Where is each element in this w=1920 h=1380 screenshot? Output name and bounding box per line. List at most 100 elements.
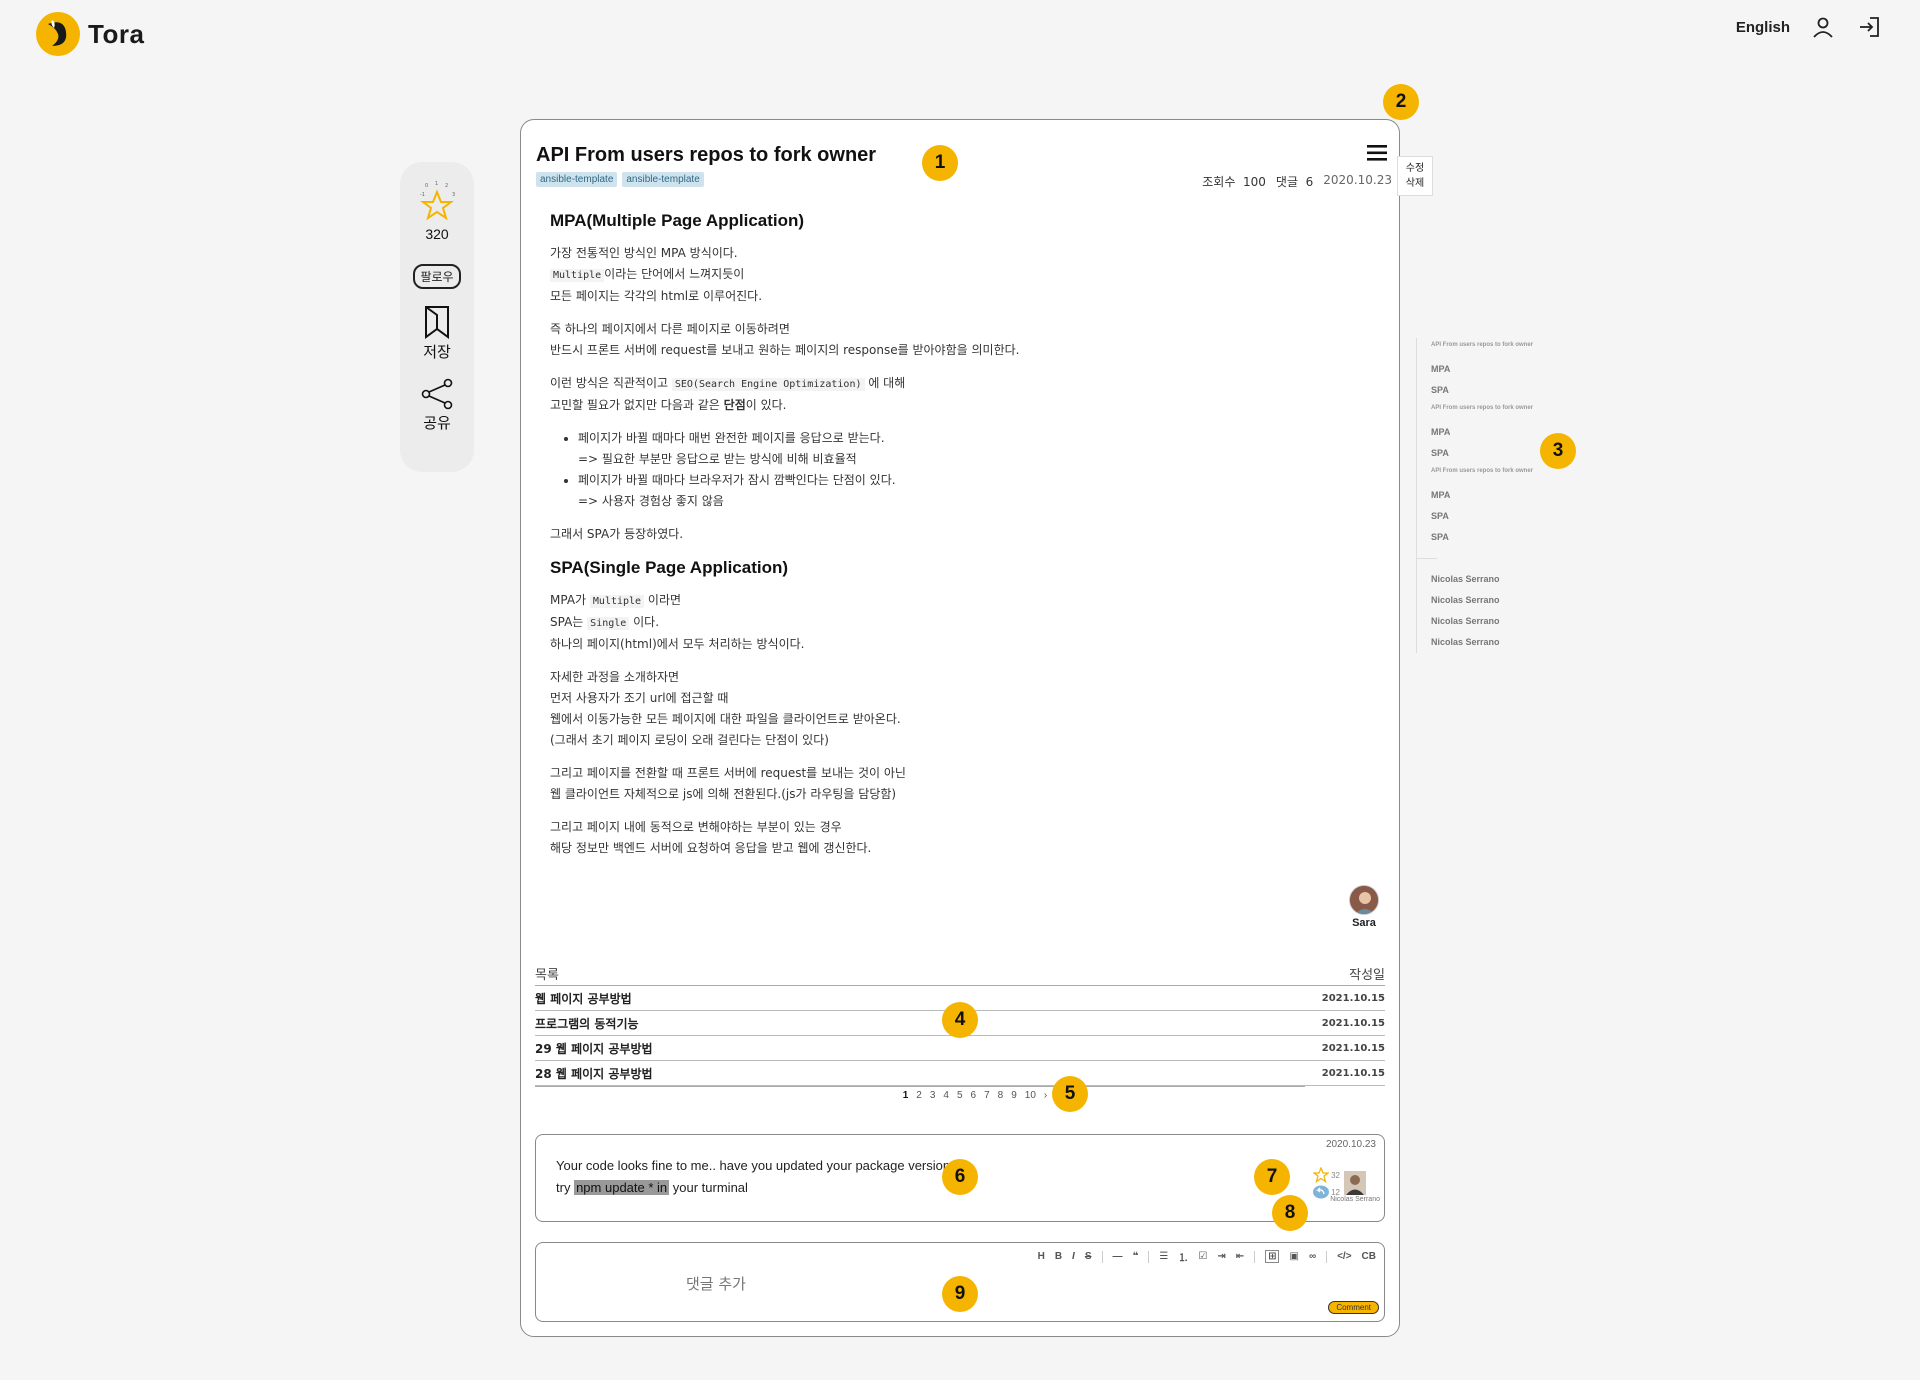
post-menu: 수정 삭제: [1397, 156, 1433, 196]
page-link[interactable]: 9: [1011, 1090, 1017, 1101]
divider: [1148, 1250, 1150, 1263]
indent-tool[interactable]: ⇥: [1217, 1251, 1225, 1262]
italic-tool[interactable]: I: [1072, 1251, 1075, 1262]
toc-item[interactable]: MPA: [1431, 359, 1566, 380]
ordered-list-tool[interactable]: ⒈: [1178, 1249, 1188, 1264]
views-count: 100: [1243, 175, 1266, 189]
toc-user[interactable]: Nicolas Serrano: [1431, 590, 1566, 611]
pagination: 1 2 3 4 5 6 7 8 9 10 ›: [521, 1090, 1399, 1101]
bold-tool[interactable]: B: [1055, 1251, 1062, 1262]
views-label: 조회수: [1202, 175, 1236, 189]
star-icon: [1313, 1167, 1330, 1183]
section-heading: MPA(Multiple Page Application): [550, 211, 805, 230]
page-link[interactable]: 4: [943, 1090, 949, 1101]
tora-logo-icon: [36, 12, 80, 56]
share-button[interactable]: 공유: [420, 378, 454, 433]
user-icon[interactable]: [1810, 14, 1836, 40]
code-tool[interactable]: </>: [1337, 1251, 1351, 1262]
page-link[interactable]: 7: [984, 1090, 990, 1101]
post-meta: 조회수 100 댓글 6 2020.10.23: [1202, 173, 1392, 190]
svg-text:-1: -1: [420, 192, 425, 198]
edit-menu-item[interactable]: 수정: [1398, 161, 1432, 176]
author-name: Sara: [1352, 917, 1376, 929]
delete-menu-item[interactable]: 삭제: [1398, 176, 1432, 191]
toc-user[interactable]: Nicolas Serrano: [1431, 569, 1566, 590]
tag-chip[interactable]: ansible-template: [622, 172, 704, 187]
quote-tool[interactable]: ❝: [1133, 1251, 1139, 1262]
paragraph: 이런 방식은 직관적이고 SEO(Search Engine Optimizat…: [550, 376, 906, 412]
annotation-marker: 4: [942, 1002, 978, 1038]
list-date-header: 작성일: [1349, 968, 1385, 983]
next-page-button[interactable]: ›: [1044, 1090, 1047, 1101]
image-tool[interactable]: ▣: [1289, 1251, 1298, 1262]
article-body: MPA(Multiple Page Application) 가장 전통적인 방…: [550, 210, 1370, 871]
avatar[interactable]: [1344, 1171, 1367, 1195]
heading-tool[interactable]: H: [1038, 1251, 1045, 1262]
table-tool[interactable]: ⊞: [1265, 1250, 1280, 1263]
follow-button[interactable]: 팔로우: [413, 264, 461, 289]
page-link[interactable]: 3: [930, 1090, 936, 1101]
toc-item[interactable]: SPA: [1431, 527, 1566, 548]
table-row[interactable]: 29 웹 페이지 공부방법 2021.10.15: [535, 1036, 1385, 1061]
toc-heading[interactable]: API From users repos to fork owner: [1431, 401, 1566, 422]
annotation-marker: 7: [1254, 1159, 1290, 1195]
share-icon: [421, 378, 453, 410]
bullet-list: 페이지가 바뀔 때마다 매번 완전한 페이지를 응답으로 받는다.=> 필요한 …: [578, 428, 1370, 512]
paragraph: 가장 전통적인 방식인 MPA 방식이다. Multiple 이라는 단어에서 느…: [550, 246, 763, 303]
section-heading: SPA(Single Page Application): [550, 558, 789, 577]
comment-input-placeholder[interactable]: 댓글 추가: [686, 1273, 746, 1294]
page-link[interactable]: 8: [998, 1090, 1004, 1101]
language-selector[interactable]: English: [1736, 19, 1790, 36]
page-link[interactable]: 6: [971, 1090, 977, 1101]
toc-item[interactable]: SPA: [1431, 380, 1566, 401]
divider: [1254, 1250, 1256, 1263]
avatar[interactable]: [1349, 885, 1379, 915]
svg-text:0: 0: [425, 183, 428, 189]
toc-user[interactable]: Nicolas Serrano: [1431, 611, 1566, 632]
save-button[interactable]: 저장: [422, 305, 452, 362]
bullet-list-tool[interactable]: ☰: [1159, 1251, 1168, 1262]
paragraph: 그래서 SPA가 등장하였다.: [550, 527, 684, 541]
post-card: API From users repos to fork owner ansib…: [520, 119, 1433, 1337]
link-tool[interactable]: ∞: [1309, 1251, 1316, 1262]
editor-toolbar: H B I S — ❝ ☰ ⒈ ☑ ⇥ ⇤ ⊞ ▣ ∞ </> CB: [1038, 1249, 1376, 1264]
tag-chip[interactable]: ansible-template: [536, 172, 618, 187]
page-link[interactable]: 10: [1025, 1090, 1036, 1101]
author-profile[interactable]: Sara: [1349, 885, 1379, 929]
paragraph: 자세한 과정을 소개하자면 먼저 사용자가 조기 url에 접근할 때 웹에서 …: [550, 670, 901, 747]
page-link[interactable]: 2: [916, 1090, 922, 1101]
toc-item[interactable]: SPA: [1431, 506, 1566, 527]
toc-item[interactable]: MPA: [1431, 485, 1566, 506]
divider: [1101, 1250, 1103, 1263]
comment-author-name: Nicolas Serrano: [1330, 1196, 1380, 1203]
outdent-tool[interactable]: ⇤: [1236, 1251, 1244, 1262]
annotation-marker: 1: [922, 145, 958, 181]
reply-icon: [1313, 1185, 1330, 1199]
star-button[interactable]: 0 1 2 -1 3 320: [415, 180, 459, 242]
annotation-marker: 9: [942, 1276, 978, 1312]
comments-count: 6: [1305, 175, 1314, 189]
hr-tool[interactable]: —: [1113, 1251, 1123, 1262]
comment-author[interactable]: Nicolas Serrano: [1330, 1171, 1380, 1203]
star-count: 320: [425, 226, 449, 242]
list-item: 페이지가 바뀔 때마다 매번 완전한 페이지를 응답으로 받는다.=> 필요한 …: [578, 428, 1370, 470]
page-link[interactable]: 5: [957, 1090, 963, 1101]
toc-user[interactable]: Nicolas Serrano: [1431, 632, 1566, 653]
logo[interactable]: Tora: [34, 10, 144, 58]
annotation-marker: 6: [942, 1159, 978, 1195]
paragraph: MPA가 Multiple 이라면 SPA는 Single 이다. 하나의 페이…: [550, 593, 805, 651]
toc-heading[interactable]: API From users repos to fork owner: [1431, 338, 1566, 359]
strike-tool[interactable]: S: [1085, 1251, 1092, 1262]
table-row[interactable]: 28 웹 페이지 공부방법 2021.10.15: [535, 1061, 1385, 1086]
bookmark-icon: [425, 306, 449, 339]
comment-submit-button[interactable]: Comment: [1328, 1301, 1379, 1314]
annotation-marker: 3: [1540, 433, 1576, 469]
hamburger-menu-icon[interactable]: [1367, 144, 1389, 162]
toc-heading[interactable]: API From users repos to fork owner: [1431, 464, 1566, 485]
login-icon[interactable]: [1856, 14, 1882, 40]
task-list-tool[interactable]: ☑: [1198, 1251, 1207, 1262]
share-label: 공유: [423, 414, 451, 432]
svg-text:2: 2: [445, 183, 448, 189]
page-link[interactable]: 1: [903, 1090, 909, 1101]
code-block-tool[interactable]: CB: [1362, 1251, 1376, 1262]
